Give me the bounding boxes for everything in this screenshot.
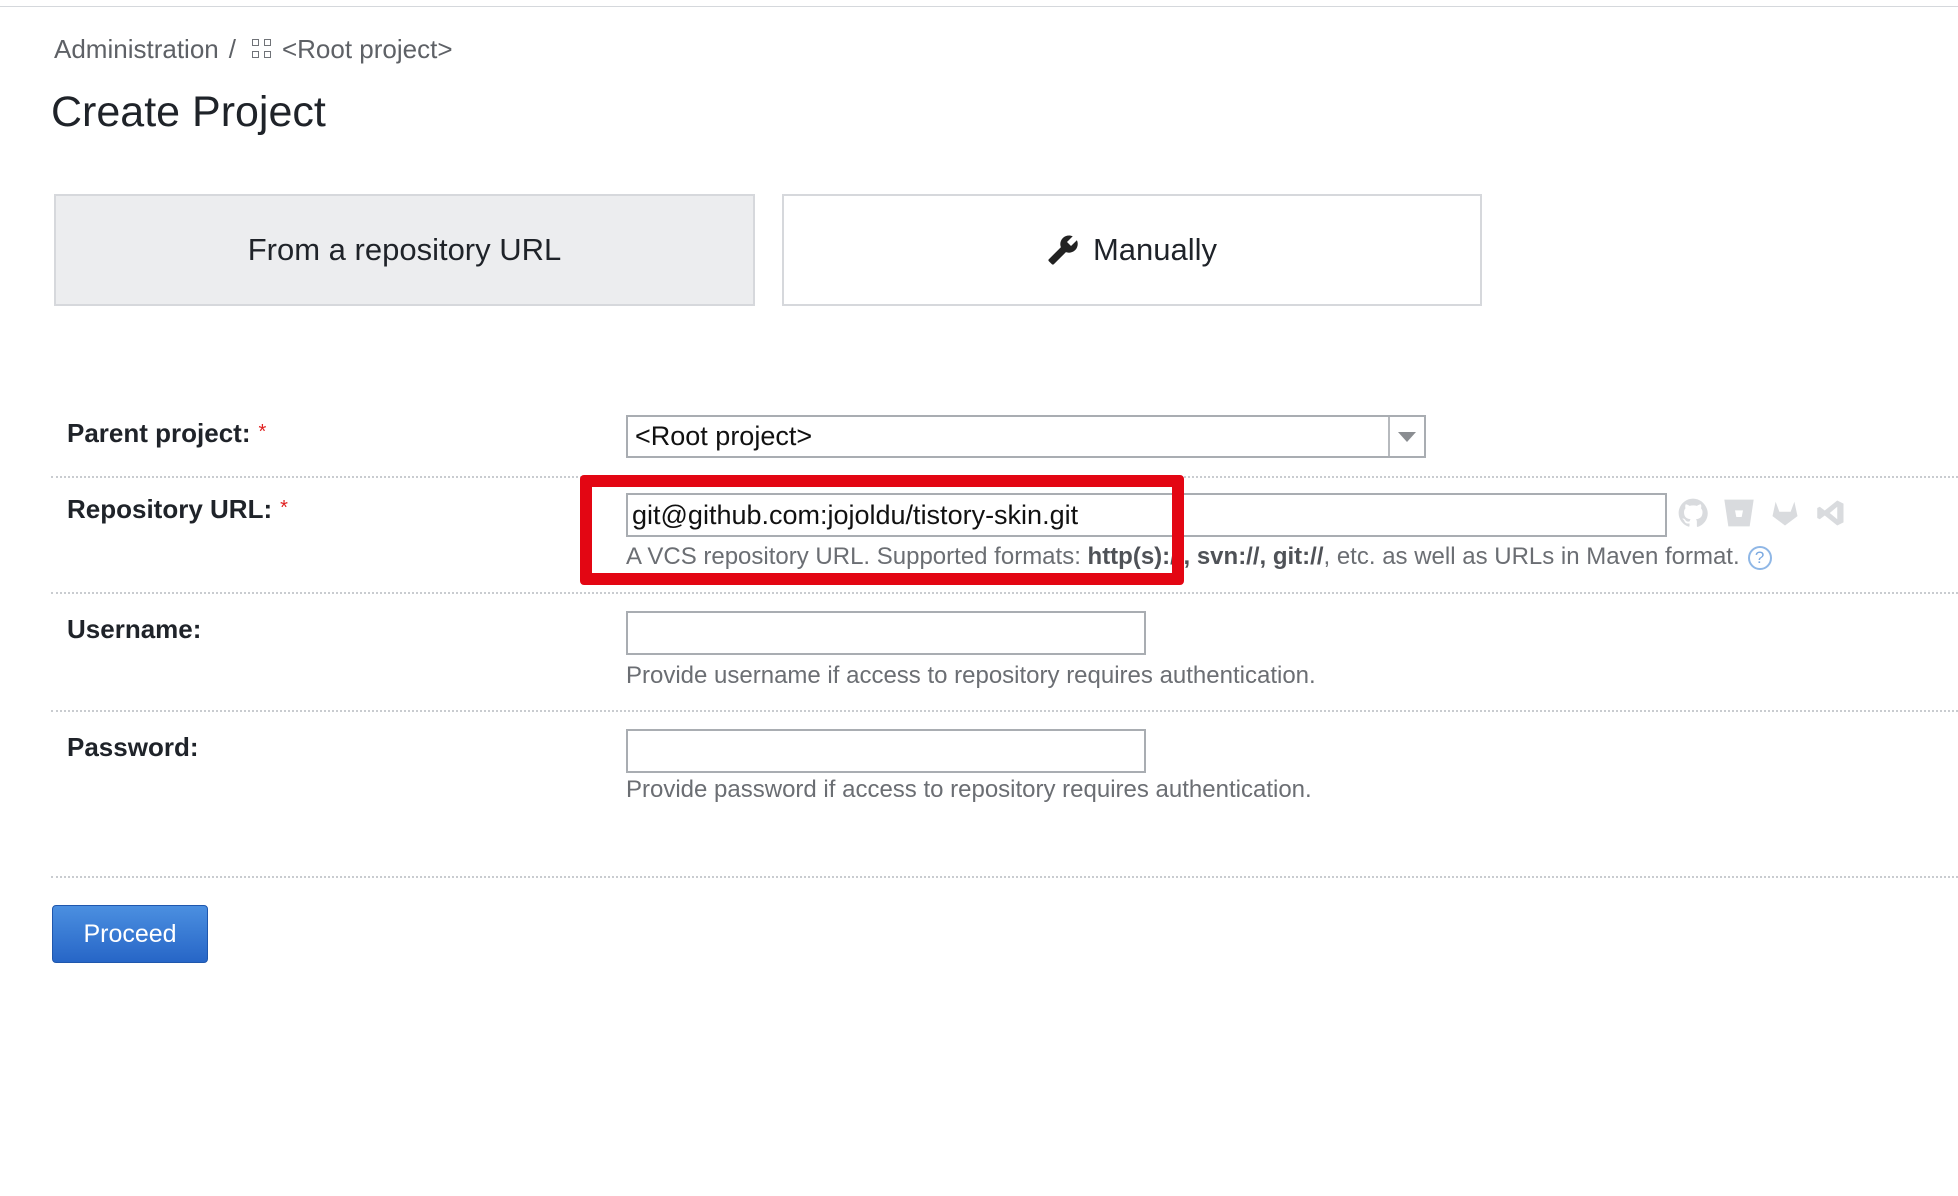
repository-url-input[interactable] xyxy=(626,493,1667,537)
tab-manually[interactable]: Manually xyxy=(782,194,1482,306)
username-label: Username: xyxy=(67,614,202,644)
required-marker: * xyxy=(280,497,288,519)
parent-project-label: Parent project: * xyxy=(67,418,266,449)
bitbucket-icon[interactable] xyxy=(1723,497,1755,529)
breadcrumb-root-project-link[interactable]: <Root project> xyxy=(282,34,453,65)
azure-devops-icon[interactable] xyxy=(1815,497,1847,529)
vcs-provider-icons xyxy=(1677,497,1847,529)
page-title: Create Project xyxy=(51,88,326,136)
repository-url-hint-suffix: , etc. as well as URLs in Maven format. xyxy=(1323,543,1740,570)
parent-project-selected-value: <Root project> xyxy=(635,421,813,451)
password-label: Password: xyxy=(67,732,199,762)
password-hint: Provide password if access to repository… xyxy=(626,776,1312,803)
breadcrumb-administration-link[interactable]: Administration xyxy=(54,34,219,65)
parent-project-select[interactable]: <Root project> xyxy=(626,415,1426,458)
project-grid-icon xyxy=(251,38,274,61)
row-divider xyxy=(51,592,1958,594)
password-input[interactable] xyxy=(626,729,1146,773)
breadcrumb: Administration / <Root project> xyxy=(54,34,453,65)
gitlab-icon[interactable] xyxy=(1769,497,1801,529)
repository-url-hint: A VCS repository URL. Supported formats:… xyxy=(626,543,1772,571)
chevron-down-icon[interactable] xyxy=(1388,417,1424,456)
repository-url-hint-formats: http(s)://, svn://, git:// xyxy=(1087,543,1324,570)
repository-url-label-text: Repository URL: xyxy=(67,494,273,524)
tab-from-repository-url-label: From a repository URL xyxy=(247,232,562,267)
username-input[interactable] xyxy=(626,611,1146,655)
repository-url-hint-prefix: A VCS repository URL. Supported formats: xyxy=(626,543,1088,570)
required-marker: * xyxy=(258,421,267,443)
row-divider xyxy=(51,876,1958,878)
row-divider xyxy=(51,710,1958,712)
username-hint: Provide username if access to repository… xyxy=(626,662,1316,689)
row-divider xyxy=(51,476,1958,478)
github-icon[interactable] xyxy=(1677,497,1709,529)
help-icon[interactable]: ? xyxy=(1747,545,1772,570)
breadcrumb-separator: / xyxy=(228,34,236,64)
parent-project-label-text: Parent project: xyxy=(67,418,251,448)
proceed-button[interactable]: Proceed xyxy=(52,905,208,963)
top-divider xyxy=(0,6,1958,7)
tab-manually-label: Manually xyxy=(1092,232,1218,267)
tab-from-repository-url[interactable]: From a repository URL xyxy=(54,194,755,306)
wrench-icon xyxy=(1048,235,1078,265)
repository-url-label: Repository URL: * xyxy=(67,494,288,525)
